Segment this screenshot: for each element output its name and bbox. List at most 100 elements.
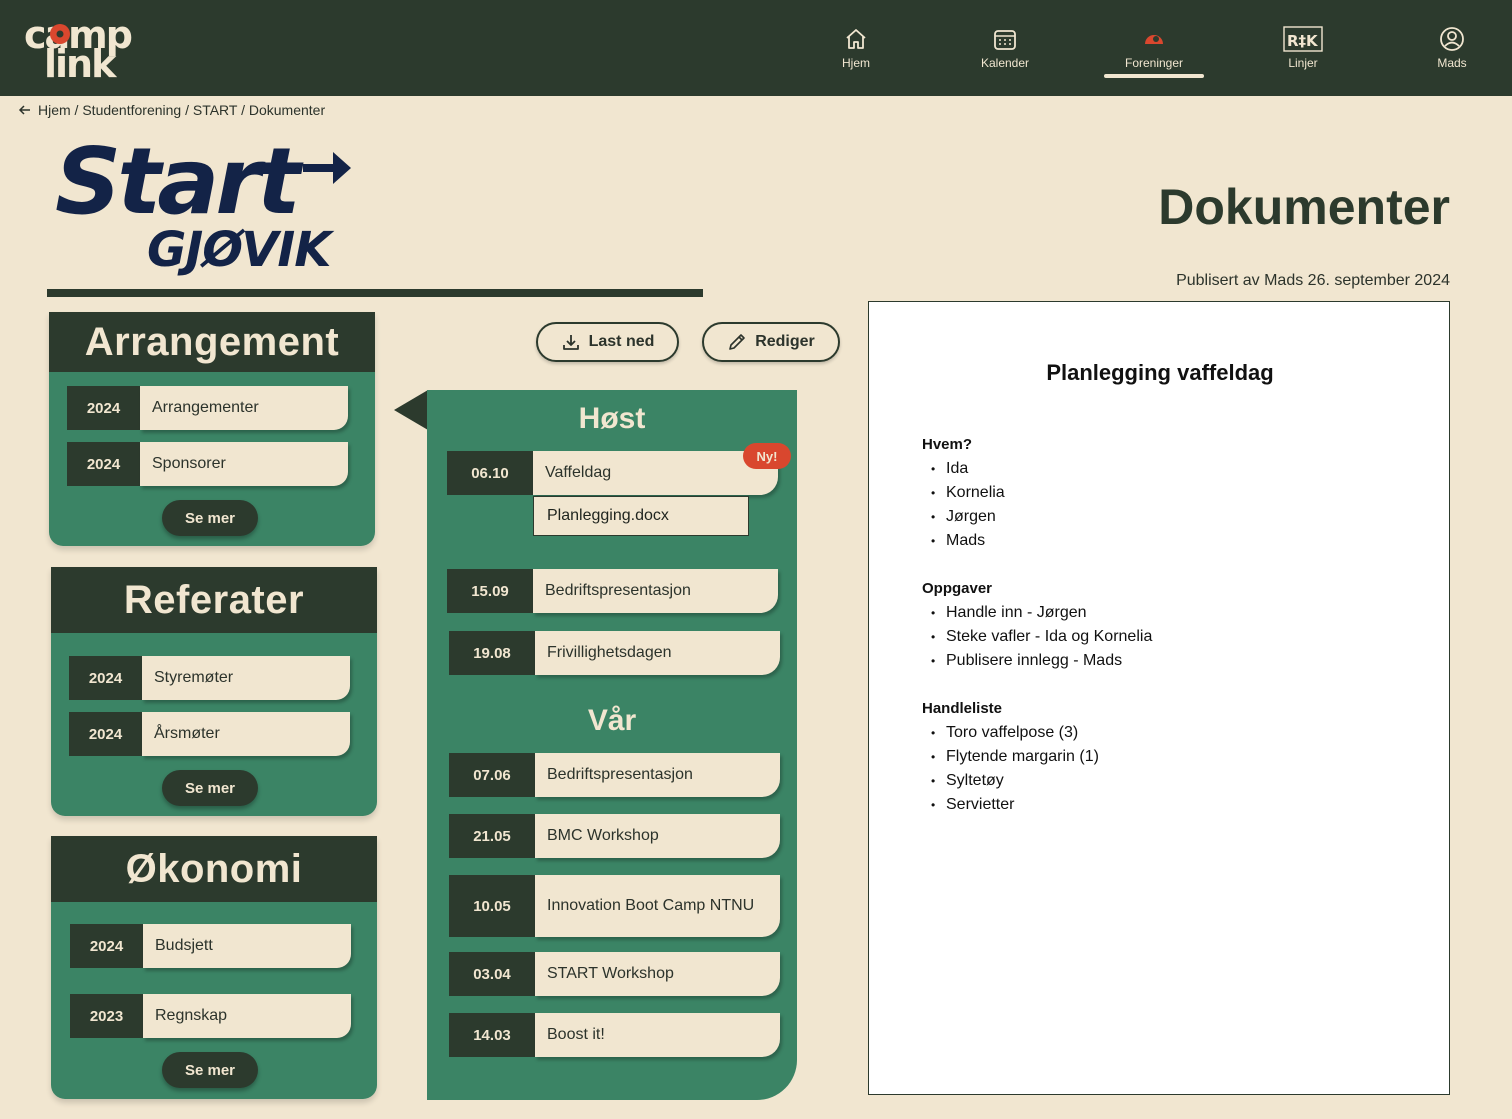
see-more-button[interactable]: Se mer: [162, 500, 258, 536]
list-item: Flytende margarin (1): [922, 745, 1422, 769]
event-date: 06.10: [447, 451, 533, 495]
download-icon: [562, 335, 579, 350]
document-section: Oppgaver Handle inn - Jørgen Steke vafle…: [922, 577, 1422, 673]
breadcrumb-text[interactable]: Hjem / Studentforening / START / Dokumen…: [38, 102, 325, 118]
section-heading: Oppgaver: [922, 580, 993, 597]
event-row[interactable]: 06.10 Vaffeldag: [447, 451, 778, 495]
list-item: Publisere innlegg - Mads: [922, 649, 1422, 673]
row-label[interactable]: Sponsorer: [140, 442, 348, 486]
event-date: 21.05: [449, 814, 535, 858]
document-section: Handleliste Toro vaffelpose (3) Flytende…: [922, 697, 1422, 817]
category-title: Økonomi: [51, 836, 377, 902]
document-section: Hvem? Ida Kornelia Jørgen Mads: [922, 433, 1422, 553]
row-year: 2024: [67, 386, 140, 430]
event-date: 03.04: [449, 952, 535, 996]
event-row[interactable]: 19.08 Frivillighetsdagen: [449, 631, 780, 675]
row-year: 2024: [67, 442, 140, 486]
event-date: 07.06: [449, 753, 535, 797]
home-icon: [846, 29, 866, 49]
list-item: Jørgen: [922, 505, 1422, 529]
header-divider: [47, 289, 703, 297]
lines-icon: R‡K: [1283, 26, 1323, 52]
top-navigation-bar: camp link Hjem Kalender Foreninger R‡K L…: [0, 0, 1512, 96]
svg-text:link: link: [44, 42, 117, 82]
category-row[interactable]: 2024 Arrangementer: [67, 386, 348, 430]
category-referater: Referater 2024 Styremøter 2024 Årsmøter …: [51, 567, 377, 816]
row-year: 2023: [70, 994, 143, 1038]
logo-arrow-icon: [303, 152, 351, 184]
season-heading-host: Høst: [578, 402, 646, 435]
see-more-button[interactable]: Se mer: [162, 770, 258, 806]
event-row[interactable]: 21.05 BMC Workshop: [449, 814, 780, 858]
event-title[interactable]: Boost it!: [535, 1013, 780, 1057]
back-arrow-icon[interactable]: [18, 103, 32, 117]
nav-profile-label: Mads: [1437, 56, 1467, 70]
list-item: Handle inn - Jørgen: [922, 601, 1422, 625]
category-row[interactable]: 2023 Regnskap: [70, 994, 351, 1038]
category-row[interactable]: 2024 Budsjett: [70, 924, 351, 968]
section-heading: Hvem?: [922, 436, 973, 453]
event-date: 19.08: [449, 631, 535, 675]
svg-text:R‡K: R‡K: [1287, 32, 1319, 50]
nav-profile[interactable]: Mads: [1402, 26, 1502, 76]
page-title: Dokumenter: [1158, 179, 1450, 235]
event-row[interactable]: 03.04 START Workshop: [449, 952, 780, 996]
download-label: Last ned: [588, 333, 655, 350]
user-icon: [1440, 27, 1464, 51]
event-date: 14.03: [449, 1013, 535, 1057]
edit-label: Rediger: [755, 333, 815, 350]
document-preview[interactable]: Planlegging vaffeldag Hvem? Ida Kornelia…: [868, 301, 1450, 1095]
event-title[interactable]: Frivillighetsdagen: [535, 631, 780, 675]
organizations-icon: [1145, 35, 1163, 44]
nav-kalender[interactable]: Kalender: [955, 26, 1055, 76]
document-file[interactable]: Planlegging.docx: [533, 496, 749, 536]
event-title[interactable]: START Workshop: [535, 952, 780, 996]
row-label[interactable]: Regnskap: [143, 994, 351, 1038]
category-okonomi: Økonomi 2024 Budsjett 2023 Regnskap Se m…: [51, 836, 377, 1099]
timeline-pointer: [394, 390, 428, 430]
nav-foreninger[interactable]: Foreninger: [1104, 26, 1204, 78]
category-row[interactable]: 2024 Sponsorer: [67, 442, 348, 486]
event-title[interactable]: Bedriftspresentasjon: [535, 753, 780, 797]
download-button[interactable]: Last ned: [536, 322, 679, 362]
row-year: 2024: [69, 656, 142, 700]
document-title: Planlegging vaffeldag: [1046, 360, 1274, 385]
section-heading: Handleliste: [922, 700, 1003, 717]
nav-hjem-label: Hjem: [841, 56, 870, 70]
event-row[interactable]: 07.06 Bedriftspresentasjon: [449, 753, 780, 797]
breadcrumb[interactable]: Hjem / Studentforening / START / Dokumen…: [18, 102, 325, 118]
event-title[interactable]: Bedriftspresentasjon: [533, 569, 778, 613]
see-more-button[interactable]: Se mer: [162, 1052, 258, 1088]
edit-button[interactable]: Rediger: [702, 322, 840, 362]
row-label[interactable]: Årsmøter: [142, 712, 350, 756]
row-year: 2024: [70, 924, 143, 968]
list-item: Toro vaffelpose (3): [922, 721, 1422, 745]
event-row[interactable]: 10.05 Innovation Boot Camp NTNU: [449, 875, 780, 937]
list-item: Mads: [922, 529, 1422, 553]
season-heading-var: Vår: [587, 704, 637, 737]
nav-linjer[interactable]: R‡K Linjer: [1253, 26, 1353, 76]
event-row[interactable]: 14.03 Boost it!: [449, 1013, 780, 1057]
event-row[interactable]: 15.09 Bedriftspresentasjon: [447, 569, 778, 613]
category-title: Referater: [51, 567, 377, 633]
event-date: 15.09: [447, 569, 533, 613]
pencil-icon: [729, 334, 746, 350]
row-label[interactable]: Arrangementer: [140, 386, 348, 430]
list-item: Syltetøy: [922, 769, 1422, 793]
category-row[interactable]: 2024 Årsmøter: [69, 712, 350, 756]
event-title[interactable]: Vaffeldag: [533, 451, 778, 495]
row-label[interactable]: Styremøter: [142, 656, 350, 700]
organization-logo: Start GJØVIK: [55, 128, 375, 280]
organization-logo-line1: Start: [55, 128, 301, 235]
event-title[interactable]: Innovation Boot Camp NTNU: [535, 875, 780, 937]
list-item: Servietter: [922, 793, 1422, 817]
nav-kalender-label: Kalender: [980, 56, 1030, 70]
list-item: Ida: [922, 457, 1422, 481]
event-title[interactable]: BMC Workshop: [535, 814, 780, 858]
nav-linjer-label: Linjer: [1288, 56, 1318, 70]
nav-hjem[interactable]: Hjem: [806, 26, 906, 76]
camplink-logo[interactable]: camp link: [22, 12, 164, 82]
row-label[interactable]: Budsjett: [143, 924, 351, 968]
new-badge: Ny!: [743, 443, 791, 469]
category-row[interactable]: 2024 Styremøter: [69, 656, 350, 700]
